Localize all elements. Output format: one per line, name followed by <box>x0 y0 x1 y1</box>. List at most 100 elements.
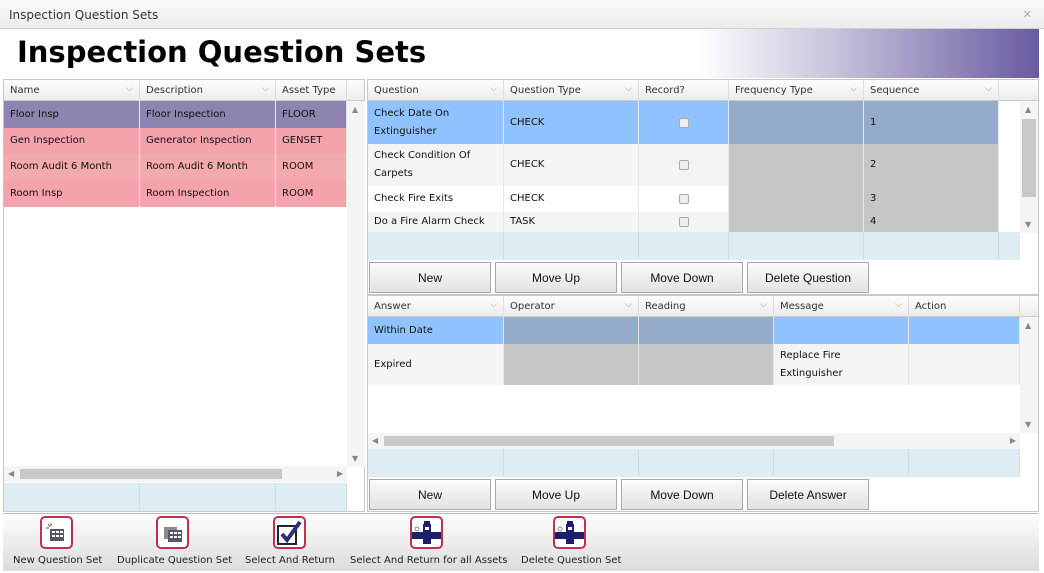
table-cell[interactable]: Room Audit 6 Month <box>4 154 140 180</box>
table-cell[interactable]: Check Fire Exits <box>368 186 504 212</box>
vertical-scrollbar[interactable]: ▲ ▼ <box>1020 101 1038 233</box>
table-row[interactable]: Check Date On Extinguisher CHECK 1 <box>368 101 1020 144</box>
column-header-action[interactable]: Action <box>909 296 1020 317</box>
table-cell[interactable]: Expired <box>368 344 504 385</box>
toolbar-delete-question-set-button[interactable]: Delete Question Set <box>521 516 621 566</box>
scroll-down-icon[interactable]: ▼ <box>1025 420 1031 429</box>
table-row[interactable]: Check Fire Exits CHECK 3 <box>368 186 1020 212</box>
column-header-question-type[interactable]: Question Type ⌵ <box>504 80 639 101</box>
table-cell[interactable] <box>729 101 864 144</box>
table-cell[interactable]: Room Inspection <box>140 180 276 207</box>
delete-question-button[interactable]: Delete Question <box>747 262 869 293</box>
table-row[interactable]: Do a Fire Alarm Check TASK 4 <box>368 212 1020 232</box>
table-cell[interactable]: Check Date On Extinguisher <box>368 101 504 144</box>
scroll-up-icon[interactable]: ▲ <box>352 105 358 114</box>
table-cell[interactable]: 3 <box>864 186 999 212</box>
scrollbar-thumb[interactable] <box>384 436 834 446</box>
column-header-operator[interactable]: Operator ⌵ <box>504 296 639 317</box>
scroll-down-icon[interactable]: ▼ <box>1025 220 1031 229</box>
table-cell[interactable]: ROOM <box>276 154 347 180</box>
table-cell[interactable] <box>504 344 639 385</box>
table-cell[interactable]: CHECK <box>504 144 639 186</box>
move-down-button[interactable]: Move Down <box>621 479 743 510</box>
record-checkbox[interactable] <box>678 117 689 128</box>
table-row[interactable]: Room Insp Room Inspection ROOM <box>4 180 347 207</box>
column-header-reading[interactable]: Reading ⌵ <box>639 296 774 317</box>
table-cell[interactable]: Gen Inspection <box>4 128 140 154</box>
column-header-sequence[interactable]: Sequence ⌵ <box>864 80 999 101</box>
table-cell[interactable]: Generator Inspection <box>140 128 276 154</box>
table-row[interactable]: Expired Replace Fire Extinguisher <box>368 344 1020 385</box>
table-cell[interactable]: Do a Fire Alarm Check <box>368 212 504 232</box>
table-cell[interactable]: Within Date <box>368 317 504 344</box>
chevron-down-icon[interactable]: ⌵ <box>625 300 632 310</box>
table-cell[interactable]: CHECK <box>504 101 639 144</box>
column-header-name[interactable]: Name ⌵ <box>4 80 140 101</box>
horizontal-scrollbar[interactable]: ◀ ▶ <box>4 466 347 482</box>
table-row[interactable]: Check Condition Of Carpets CHECK 2 <box>368 144 1020 186</box>
table-cell[interactable]: Floor Inspection <box>140 101 276 128</box>
table-cell[interactable] <box>639 212 729 232</box>
table-cell[interactable] <box>729 212 864 232</box>
toolbar-duplicate-question-set-button[interactable]: Duplicate Question Set <box>117 516 232 566</box>
record-checkbox[interactable] <box>678 160 689 170</box>
scroll-left-icon[interactable]: ◀ <box>372 436 378 445</box>
table-cell[interactable]: Room Audit 6 Month <box>140 154 276 180</box>
horizontal-scrollbar[interactable]: ◀ ▶ <box>368 433 1020 449</box>
column-header-message[interactable]: Message ⌵ <box>774 296 909 317</box>
column-header-frequency-type[interactable]: Frequency Type ⌵ <box>729 80 864 101</box>
column-header-record-[interactable]: Record? <box>639 80 729 101</box>
scrollbar-thumb[interactable] <box>20 469 282 479</box>
chevron-down-icon[interactable]: ⌵ <box>490 84 497 94</box>
table-cell[interactable] <box>729 186 864 212</box>
chevron-down-icon[interactable]: ⌵ <box>490 300 497 310</box>
table-cell[interactable]: CHECK <box>504 186 639 212</box>
table-row[interactable]: Floor Insp Floor Inspection FLOOR <box>4 101 347 128</box>
table-cell[interactable]: 2 <box>864 144 999 186</box>
table-cell[interactable]: Replace Fire Extinguisher <box>774 344 909 385</box>
vertical-scrollbar[interactable]: ▲ ▼ <box>347 101 365 467</box>
scroll-left-icon[interactable]: ◀ <box>8 469 14 478</box>
toolbar-select-and-return-button[interactable]: Select And Return <box>245 516 335 566</box>
table-cell[interactable] <box>639 317 774 344</box>
record-checkbox[interactable] <box>678 194 689 204</box>
table-cell[interactable]: GENSET <box>276 128 347 154</box>
record-checkbox[interactable] <box>678 217 689 227</box>
chevron-down-icon[interactable]: ⌵ <box>126 84 133 94</box>
move-down-button[interactable]: Move Down <box>621 262 743 293</box>
table-cell[interactable] <box>639 144 729 186</box>
chevron-down-icon[interactable]: ⌵ <box>895 300 902 310</box>
table-cell[interactable] <box>729 144 864 186</box>
table-cell[interactable]: 1 <box>864 101 999 144</box>
table-cell[interactable]: ROOM <box>276 180 347 207</box>
column-header-asset-type[interactable]: Asset Type <box>276 80 347 101</box>
move-up-button[interactable]: Move Up <box>495 479 617 510</box>
table-cell[interactable] <box>639 344 774 385</box>
scroll-up-icon[interactable]: ▲ <box>1025 105 1031 114</box>
table-cell[interactable]: FLOOR <box>276 101 347 128</box>
table-row[interactable]: Room Audit 6 Month Room Audit 6 Month ROOM <box>4 154 347 180</box>
scroll-down-icon[interactable]: ▼ <box>352 454 358 463</box>
table-cell[interactable]: Floor Insp <box>4 101 140 128</box>
table-cell[interactable] <box>639 186 729 212</box>
scrollbar-thumb[interactable] <box>1022 119 1036 197</box>
toolbar-select-and-return-for-all-assets-button[interactable]: Select And Return for all Assets <box>350 516 507 566</box>
delete-answer-button[interactable]: Delete Answer <box>747 479 869 510</box>
chevron-down-icon[interactable]: ⌵ <box>262 84 269 94</box>
chevron-down-icon[interactable]: ⌵ <box>985 84 992 94</box>
move-up-button[interactable]: Move Up <box>495 262 617 293</box>
column-header-description[interactable]: Description ⌵ <box>140 80 276 101</box>
table-cell[interactable] <box>639 101 729 144</box>
close-icon[interactable]: ✕ <box>1023 8 1032 21</box>
column-header-answer[interactable]: Answer ⌵ <box>368 296 504 317</box>
table-cell[interactable]: TASK <box>504 212 639 232</box>
table-cell[interactable] <box>909 317 1020 344</box>
chevron-down-icon[interactable]: ⌵ <box>850 84 857 94</box>
scroll-right-icon[interactable]: ▶ <box>1010 436 1016 445</box>
vertical-scrollbar[interactable]: ▲ ▼ <box>1020 317 1038 433</box>
toolbar-new-question-set-button[interactable]: New Question Set <box>13 516 102 566</box>
table-cell[interactable]: 4 <box>864 212 999 232</box>
column-header-question[interactable]: Question ⌵ <box>368 80 504 101</box>
scroll-right-icon[interactable]: ▶ <box>337 469 343 478</box>
chevron-down-icon[interactable]: ⌵ <box>625 84 632 94</box>
